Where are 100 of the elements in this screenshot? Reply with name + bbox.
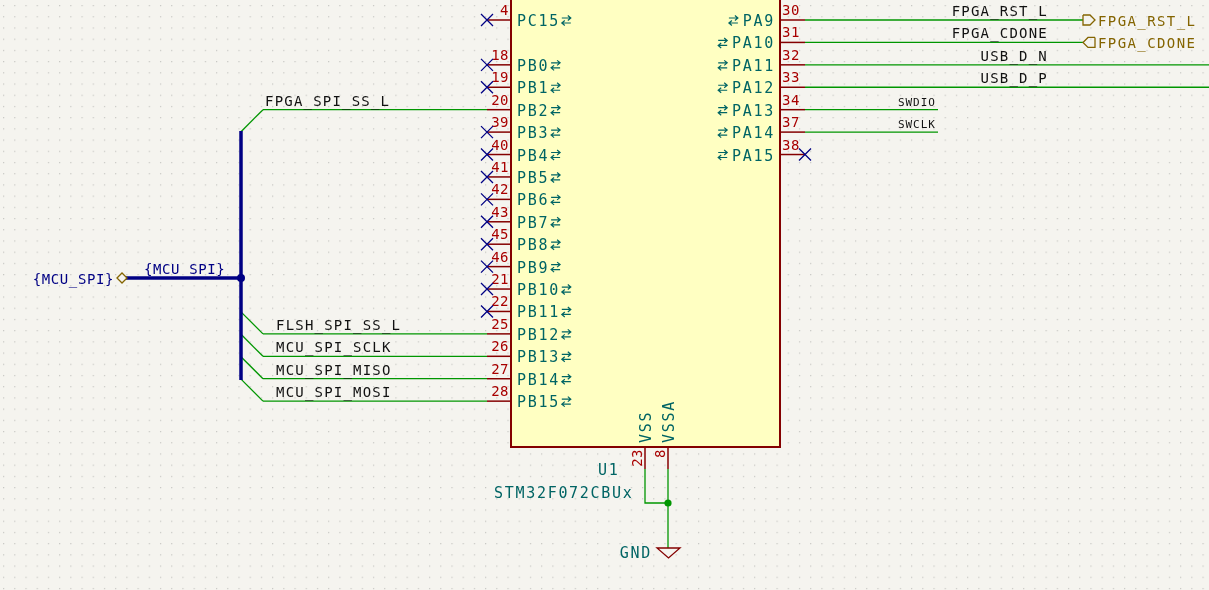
bus-entry	[240, 356, 264, 380]
pin-name: VSSA	[660, 400, 678, 443]
pin-name: PB7	[517, 213, 550, 232]
net-label: USB_D_N	[980, 47, 1048, 64]
pin-name: PB12	[517, 325, 560, 344]
pin-name: PA13	[732, 101, 775, 120]
pin-number: 33	[782, 69, 800, 86]
value-label: STM32F072CBUx	[494, 484, 634, 502]
pin-number: 21	[491, 271, 509, 288]
pin-line	[779, 86, 806, 88]
net-label: FPGA_RST_L	[951, 3, 1048, 19]
bidirectional-icon	[550, 82, 562, 94]
bus-label: {MCU_SPI}	[144, 261, 226, 277]
global-label: FPGA_CDONE	[1098, 35, 1197, 52]
input-port-icon	[1082, 36, 1096, 49]
bidirectional-icon	[550, 261, 562, 273]
pin-name: PB5	[517, 168, 550, 187]
pin-number: 18	[491, 46, 509, 63]
pin-number: 38	[782, 136, 800, 153]
bidirectional-icon	[560, 373, 572, 385]
pin-line	[779, 108, 806, 111]
pin-line	[486, 108, 512, 111]
bidirectional-port-icon	[116, 272, 128, 284]
pin-number: 20	[491, 91, 509, 108]
bidirectional-icon	[550, 239, 562, 251]
pin-number: 31	[782, 24, 800, 41]
bidirectional-icon	[550, 104, 562, 116]
pin-number: 41	[491, 158, 509, 175]
net-label: MCU_SPI_SCLK	[276, 339, 392, 356]
bidirectional-icon	[717, 37, 729, 49]
pin-name: PB0	[517, 56, 550, 75]
pin-line	[486, 198, 512, 201]
bus-entry	[240, 333, 264, 357]
pin-line	[779, 131, 806, 133]
pin-name: PB3	[517, 124, 550, 143]
pin-name: PB1	[517, 79, 550, 98]
bidirectional-icon	[560, 306, 572, 318]
bidirectional-icon	[550, 59, 562, 71]
power-label: GND	[619, 544, 652, 562]
ground-icon	[655, 547, 682, 559]
pin-line	[486, 288, 512, 290]
pin-name: PC15	[517, 12, 560, 30]
pin-line	[667, 446, 669, 470]
pin-line	[644, 446, 646, 470]
bus-entry	[240, 109, 264, 133]
pin-name: PB4	[517, 146, 550, 165]
pin-number: 4	[500, 2, 509, 18]
bidirectional-icon	[717, 104, 729, 116]
pin-line	[486, 131, 512, 133]
pin-name: PA12	[732, 79, 775, 98]
pin-name: PA15	[732, 146, 775, 165]
pin-number: 37	[782, 114, 800, 131]
pin-line	[779, 41, 806, 44]
pin-number: 19	[491, 69, 509, 86]
bidirectional-icon	[550, 194, 562, 206]
bidirectional-icon	[550, 149, 562, 161]
net-label: FLSH_SPI_SS_L	[276, 316, 402, 333]
pin-line	[779, 64, 806, 66]
bus-entry	[240, 378, 264, 402]
bidirectional-icon	[550, 216, 562, 228]
pin-line	[779, 19, 806, 21]
pin-name: PB10	[517, 281, 560, 300]
pin-number: 30	[782, 2, 800, 18]
pin-name: PB8	[517, 236, 550, 255]
pin-name: PB14	[517, 370, 560, 389]
hierarchical-label: {MCU_SPI}	[32, 271, 114, 287]
pin-name: VSS	[637, 410, 655, 443]
pin-number: 46	[491, 248, 509, 265]
pin-line	[779, 153, 806, 156]
pin-line	[486, 64, 512, 66]
bidirectional-icon	[560, 328, 572, 340]
bus-entry	[240, 311, 264, 335]
pin-line	[486, 221, 512, 223]
pin-line	[486, 243, 512, 245]
pin-line	[486, 153, 512, 156]
pin-name: PB2	[517, 101, 550, 120]
pin-number: 22	[491, 293, 509, 310]
net-label: FPGA_SPI_SS_L	[265, 92, 391, 109]
pin-line	[486, 377, 512, 380]
bidirectional-icon	[560, 396, 572, 408]
pin-number: 34	[782, 91, 800, 108]
bidirectional-icon	[560, 283, 572, 296]
pin-line	[486, 333, 512, 335]
bidirectional-icon	[717, 149, 729, 161]
global-label: FPGA_RST_L	[1098, 13, 1197, 29]
bidirectional-icon	[550, 127, 562, 139]
bidirectional-icon	[717, 127, 729, 139]
pin-name: PA14	[732, 124, 775, 143]
pin-number: 25	[491, 315, 509, 332]
pin-line	[486, 400, 512, 402]
pin-number: 8	[652, 449, 668, 458]
net-label: USB_D_P	[980, 70, 1048, 87]
net-label: MCU_SPI_MOSI	[276, 384, 392, 401]
pin-line	[486, 19, 512, 21]
reference-label: U1	[598, 461, 620, 479]
pin-number: 26	[491, 338, 509, 355]
pin-number: 43	[491, 203, 509, 220]
pin-line	[486, 355, 512, 358]
pin-name: PA9	[742, 12, 775, 30]
pin-number: 32	[782, 46, 800, 63]
